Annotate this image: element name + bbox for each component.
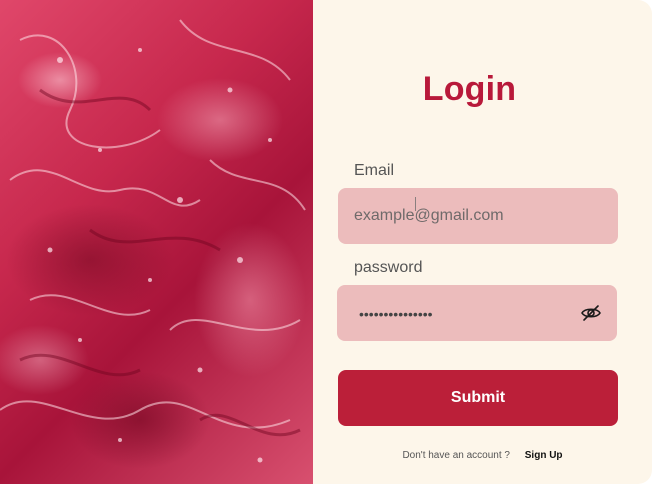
password-label: password bbox=[354, 259, 423, 276]
signup-prompt-text: Don't have an account ? bbox=[402, 450, 510, 461]
signup-link[interactable]: Sign Up bbox=[525, 450, 563, 461]
text-cursor bbox=[415, 197, 416, 211]
password-input[interactable]: ••••••••••••••• bbox=[337, 285, 617, 341]
decorative-liquid-image bbox=[0, 0, 313, 484]
email-field-container bbox=[338, 188, 618, 244]
login-panel: Login Email password ••••••••••••••• Sub… bbox=[313, 0, 652, 484]
password-masked-value: ••••••••••••••• bbox=[359, 306, 433, 322]
login-screen: Login Email password ••••••••••••••• Sub… bbox=[0, 0, 652, 484]
eye-slash-icon[interactable] bbox=[581, 304, 601, 322]
submit-button[interactable]: Submit bbox=[338, 370, 618, 426]
liquid-texture bbox=[0, 19, 306, 463]
eye-slash-icon-graphic bbox=[581, 305, 601, 321]
email-label: Email bbox=[354, 162, 395, 179]
signup-prompt: Don't have an account ? Sign Up bbox=[313, 450, 652, 461]
page-title: Login bbox=[422, 70, 517, 108]
email-input[interactable] bbox=[354, 188, 584, 244]
